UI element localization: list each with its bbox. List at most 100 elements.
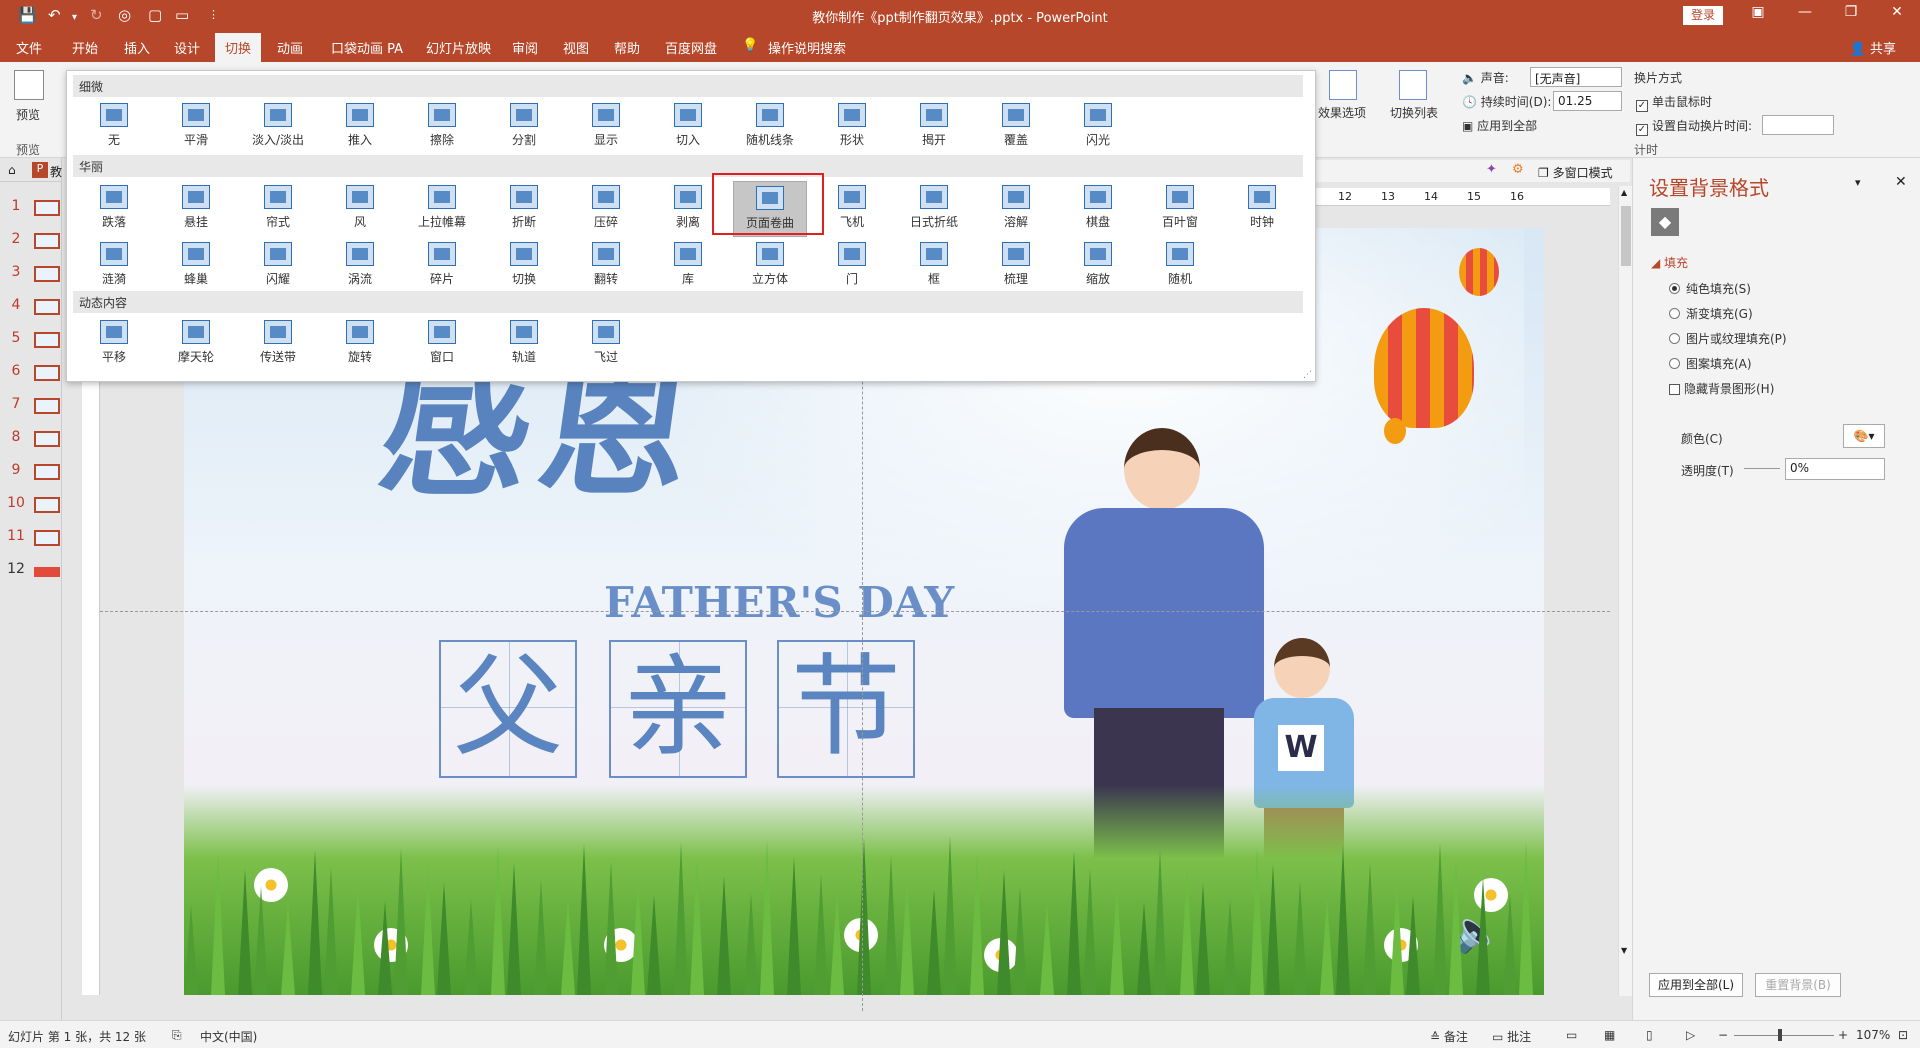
restore-button[interactable]: ❐ — [1836, 4, 1866, 20]
color-picker-button[interactable]: 🎨▾ — [1843, 424, 1885, 448]
transition-option[interactable]: 形状 — [815, 99, 889, 155]
slide-number[interactable]: 10 — [6, 495, 26, 511]
slide-number[interactable]: 1 — [6, 198, 26, 214]
tab-home[interactable]: 开始 — [72, 38, 98, 57]
auto-after-input[interactable] — [1762, 115, 1834, 135]
slide-number[interactable]: 9 — [6, 462, 26, 478]
slide-thumbnail[interactable] — [34, 365, 60, 381]
transition-option[interactable]: 平滑 — [159, 99, 233, 155]
transition-option[interactable]: 剥离 — [651, 181, 725, 237]
apply-to-all-button[interactable]: 应用到全部(L) — [1649, 973, 1743, 997]
transition-option[interactable]: 分割 — [487, 99, 561, 155]
reading-view-icon[interactable]: ▯ — [1646, 1028, 1653, 1042]
tab-file[interactable]: 文件 — [16, 38, 42, 57]
transition-option[interactable]: 日式折纸 — [897, 181, 971, 237]
slide-thumbnail[interactable] — [34, 200, 60, 216]
effect-options-button[interactable]: 效果选项 — [1318, 104, 1366, 121]
transition-option[interactable]: 翻转 — [569, 238, 643, 294]
tab-transitions[interactable]: 切换 — [215, 33, 262, 62]
effect-options-icon[interactable] — [1329, 70, 1357, 100]
transition-option[interactable]: 无 — [77, 99, 151, 155]
transition-option[interactable]: 飞机 — [815, 181, 889, 237]
duration-input[interactable]: 01.25 — [1553, 91, 1622, 111]
notes-button[interactable]: ≙ 备注 — [1430, 1028, 1468, 1045]
slide-number[interactable]: 12 — [6, 561, 26, 577]
tab-pocket-animation[interactable]: 口袋动画 PA — [331, 38, 403, 57]
fill-section-header[interactable]: ◢ 填充 — [1651, 254, 1688, 271]
switch-list-icon[interactable] — [1399, 70, 1427, 100]
scrollbar-thumb[interactable] — [1621, 206, 1631, 266]
slide-thumbnail[interactable] — [34, 233, 60, 249]
transition-option[interactable]: 门 — [815, 238, 889, 294]
slide-number[interactable]: 2 — [6, 231, 26, 247]
transition-option[interactable]: 闪耀 — [241, 238, 315, 294]
slides-icon[interactable]: P — [32, 162, 48, 178]
transition-option[interactable]: 压碎 — [569, 181, 643, 237]
on-click-checkbox[interactable]: ✓ 单击鼠标时 — [1636, 93, 1712, 112]
tab-view[interactable]: 视图 — [563, 38, 589, 57]
transition-option[interactable]: 帘式 — [241, 181, 315, 237]
close-button[interactable]: ✕ — [1882, 4, 1912, 20]
transition-option[interactable]: 溶解 — [979, 181, 1053, 237]
fill-bucket-icon[interactable]: ◆ — [1651, 208, 1679, 236]
spellcheck-icon[interactable]: ⎘ — [172, 1028, 182, 1043]
slide-sorter-icon[interactable]: ▦ — [1604, 1028, 1615, 1042]
transition-option[interactable]: 上拉帷幕 — [405, 181, 479, 237]
transition-option[interactable]: 百叶窗 — [1143, 181, 1217, 237]
scroll-up-icon[interactable]: ▲ — [1621, 188, 1627, 197]
slideshow-view-icon[interactable]: ▷ — [1686, 1028, 1695, 1042]
horizontal-guide[interactable] — [100, 611, 1610, 612]
tab-animations[interactable]: 动画 — [277, 38, 303, 57]
share-button[interactable]: 👤 共享 — [1850, 38, 1896, 57]
transparency-input[interactable]: 0% — [1785, 458, 1885, 480]
transition-option[interactable]: 覆盖 — [979, 99, 1053, 155]
fit-to-window-icon[interactable]: ⊡ — [1898, 1028, 1908, 1042]
transition-option[interactable]: 平移 — [77, 316, 151, 372]
transition-option[interactable]: 缩放 — [1061, 238, 1135, 294]
preview-icon[interactable] — [14, 70, 44, 100]
resize-grip-icon[interactable]: ⋰ — [1303, 370, 1312, 380]
transition-option[interactable]: 涡流 — [323, 238, 397, 294]
transition-option[interactable]: 揭开 — [897, 99, 971, 155]
transition-option[interactable]: 窗口 — [405, 316, 479, 372]
transition-option[interactable]: 悬挂 — [159, 181, 233, 237]
hide-bg-graphics-checkbox[interactable]: 隐藏背景图形(H) — [1669, 380, 1774, 397]
slide-thumbnail[interactable] — [34, 567, 60, 577]
tell-me-search[interactable]: 操作说明搜索 — [768, 38, 846, 57]
transition-option[interactable]: 跌落 — [77, 181, 151, 237]
transition-option[interactable]: 推入 — [323, 99, 397, 155]
auto-after-checkbox[interactable]: ✓ 设置自动换片时间: — [1636, 117, 1752, 136]
slide-thumbnail[interactable] — [34, 530, 60, 546]
transition-option[interactable]: 传送带 — [241, 316, 315, 372]
ribbon-display-icon[interactable]: ▣ — [1743, 4, 1773, 20]
login-button[interactable]: 登录 — [1683, 6, 1723, 25]
tab-insert[interactable]: 插入 — [124, 38, 150, 57]
zoom-in-button[interactable]: + — [1838, 1028, 1848, 1042]
comments-button[interactable]: ▭ 批注 — [1492, 1028, 1531, 1045]
tab-slideshow[interactable]: 幻灯片放映 — [426, 38, 491, 57]
transition-option[interactable]: 风 — [323, 181, 397, 237]
pane-options-icon[interactable]: ▾ — [1855, 176, 1861, 189]
transition-option[interactable]: 棋盘 — [1061, 181, 1135, 237]
switch-list-button[interactable]: 切换列表 — [1390, 104, 1438, 121]
reset-background-button[interactable]: 重置背景(B) — [1755, 973, 1841, 997]
transition-option[interactable]: 蜂巢 — [159, 238, 233, 294]
multi-window-mode-button[interactable]: ❐ 多窗口模式 — [1538, 164, 1613, 181]
normal-view-icon[interactable]: ▭ — [1566, 1028, 1577, 1042]
outline-icon[interactable]: ⌂ — [8, 163, 16, 177]
slide-thumbnail[interactable] — [34, 497, 60, 513]
transition-option[interactable]: 擦除 — [405, 99, 479, 155]
slide-thumbnail[interactable] — [34, 332, 60, 348]
transition-option[interactable]: 切换 — [487, 238, 561, 294]
slide-number[interactable]: 6 — [6, 363, 26, 379]
apply-all-button[interactable]: ▣ 应用到全部 — [1462, 117, 1537, 134]
transition-option[interactable]: 淡入/淡出 — [241, 99, 315, 155]
slide-thumbnail[interactable] — [34, 431, 60, 447]
zoom-out-button[interactable]: − — [1718, 1028, 1728, 1042]
gradient-fill-radio[interactable]: 渐变填充(G) — [1669, 305, 1753, 322]
transition-option[interactable]: 摩天轮 — [159, 316, 233, 372]
transition-option[interactable]: 库 — [651, 238, 725, 294]
slide-thumbnail[interactable] — [34, 464, 60, 480]
slide-number[interactable]: 4 — [6, 297, 26, 313]
transition-option[interactable]: 飞过 — [569, 316, 643, 372]
